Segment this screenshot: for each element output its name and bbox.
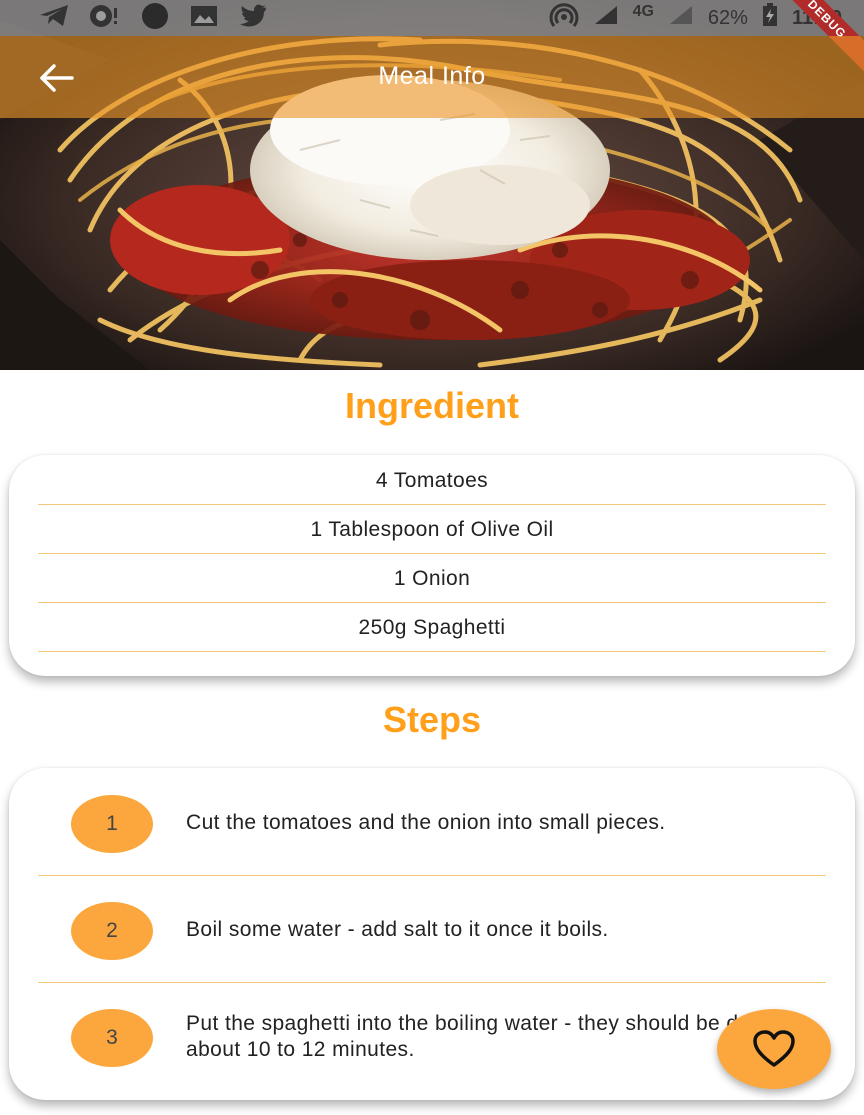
gallery-icon <box>190 4 218 33</box>
ingredient-item: 4 Tomatoes <box>38 456 826 505</box>
meal-info-screen: 4G 62% 11:50 DEBUG Meal Info Ingredient … <box>0 0 864 1115</box>
favorite-button[interactable] <box>717 1009 831 1089</box>
app-bar: Meal Info <box>0 36 864 118</box>
step-number-badge: 2 <box>71 902 153 960</box>
status-bar: 4G 62% 11:50 DEBUG <box>0 0 864 80</box>
battery-icon <box>762 3 778 33</box>
step-row: 2 Boil some water - add salt to it once … <box>38 876 826 983</box>
twitter-icon <box>236 3 268 34</box>
step-text: Cut the tomatoes and the onion into smal… <box>186 810 666 834</box>
step-text: Boil some water - add salt to it once it… <box>186 917 609 941</box>
step-number-badge: 1 <box>71 795 153 853</box>
circle-icon <box>138 2 172 35</box>
network-type: 4G <box>632 3 654 20</box>
ingredient-item: 250g Spaghetti <box>38 603 826 652</box>
step-row: 1 Cut the tomatoes and the onion into sm… <box>38 769 826 876</box>
step-row: 3 Put the spaghetti into the boiling wat… <box>38 983 826 1090</box>
hotspot-icon <box>549 2 579 34</box>
step-number-badge: 3 <box>71 1009 153 1067</box>
battery-percent: 62% <box>707 6 748 29</box>
signal-icon-2 <box>668 4 694 32</box>
ingredient-item: 1 Tablespoon of Olive Oil <box>38 505 826 554</box>
telegram-icon <box>38 4 70 33</box>
ingredients-card: 4 Tomatoes 1 Tablespoon of Olive Oil 1 O… <box>9 455 855 676</box>
steps-title: Steps <box>382 699 482 740</box>
step-text: Put the spaghetti into the boiling water… <box>186 1011 799 1061</box>
ingredient-item: 1 Onion <box>38 554 826 603</box>
signal-icon <box>593 4 619 32</box>
page-title: Meal Info <box>378 62 486 90</box>
messenger-icon <box>88 3 120 34</box>
ingredients-title: Ingredient <box>344 385 519 426</box>
heart-outline-icon <box>753 1030 795 1067</box>
